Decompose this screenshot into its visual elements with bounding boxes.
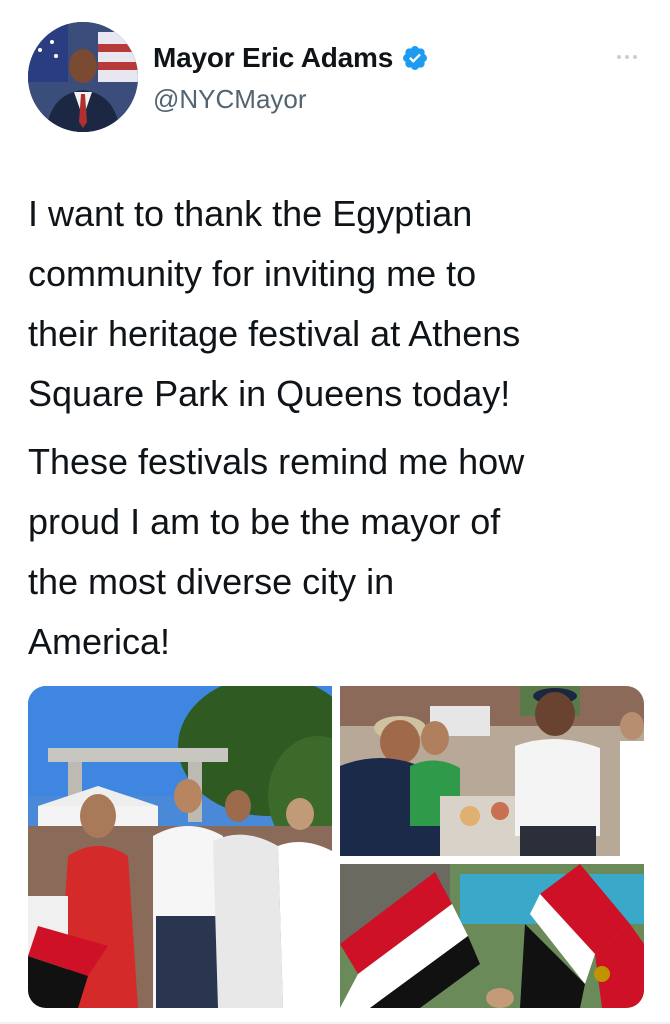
author-name-row[interactable]: Mayor Eric Adams xyxy=(153,42,429,74)
egyptian-flags-photo[interactable] xyxy=(340,864,644,1008)
more-options-icon[interactable] xyxy=(612,52,642,62)
display-name[interactable]: Mayor Eric Adams xyxy=(153,42,393,74)
tweet-text: I want to thank the Egyptian community f… xyxy=(28,184,648,672)
tweet-paragraph-1: I want to thank the Egyptian community f… xyxy=(28,193,521,414)
avatar-image xyxy=(28,22,138,132)
festival-crowd-photo[interactable] xyxy=(28,686,332,1008)
food-table-photo[interactable] xyxy=(340,686,644,856)
media-grid[interactable] xyxy=(28,686,644,1008)
tweet-paragraph-2: These festivals remind me how proud I am… xyxy=(28,441,525,662)
tweet-card[interactable]: Mayor Eric Adams @NYCMayor I want to tha… xyxy=(0,0,670,1024)
author-handle[interactable]: @NYCMayor xyxy=(153,84,307,115)
avatar[interactable] xyxy=(28,22,138,132)
verified-badge-icon xyxy=(403,46,428,70)
